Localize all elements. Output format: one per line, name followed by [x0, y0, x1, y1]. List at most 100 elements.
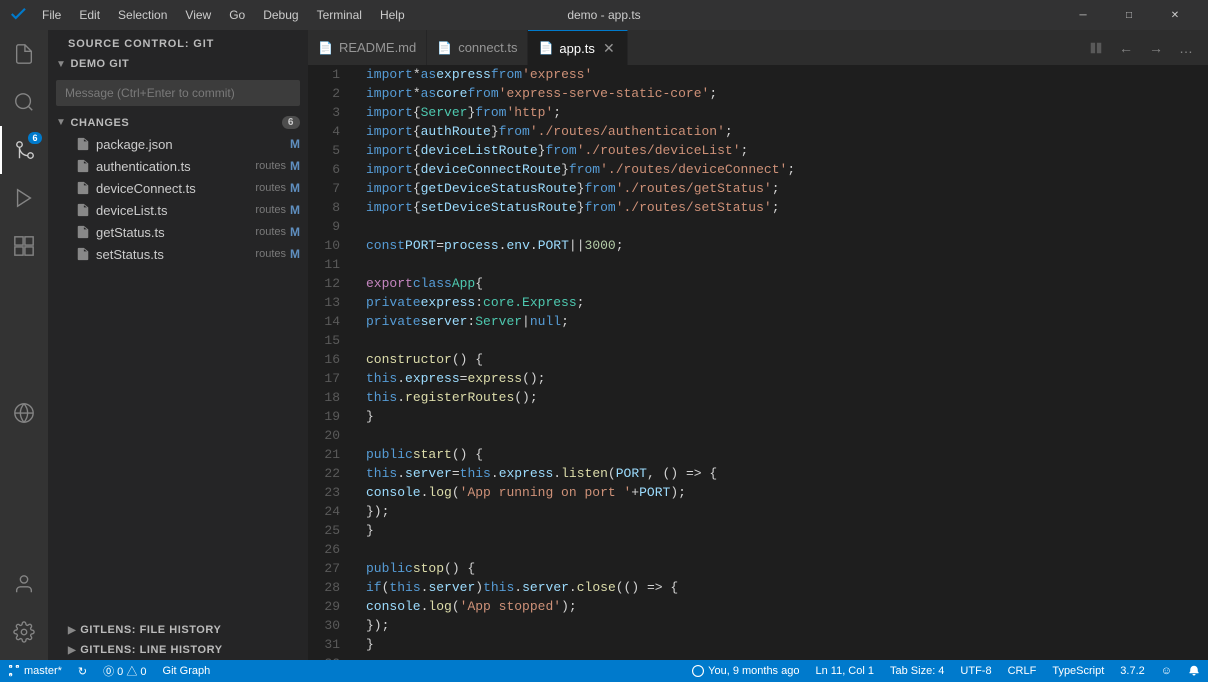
line-ending-status[interactable]: CRLF	[1000, 660, 1045, 682]
file-item[interactable]: setStatus.ts routes M	[48, 243, 308, 265]
go-back-button[interactable]: ←	[1112, 34, 1140, 62]
menu-edit[interactable]: Edit	[71, 6, 108, 24]
activity-run[interactable]	[0, 174, 48, 222]
more-actions-button[interactable]: …	[1172, 34, 1200, 62]
menu-go[interactable]: Go	[221, 6, 253, 24]
line-number: 17	[308, 369, 348, 388]
file-tag: routes	[255, 182, 286, 194]
code-line: private server: Server | null;	[366, 312, 1200, 331]
file-tag: routes	[255, 226, 286, 238]
close-button[interactable]: ✕	[1152, 0, 1198, 30]
cursor-position[interactable]: Ln 11, Col 1	[807, 660, 882, 682]
activity-extensions[interactable]	[0, 222, 48, 270]
gitlens-info-text: You, 9 months ago	[708, 665, 799, 677]
file-icon	[76, 181, 90, 195]
commit-message-input[interactable]	[56, 80, 300, 106]
file-name: deviceList.ts	[96, 203, 251, 218]
activity-remote[interactable]	[0, 389, 48, 437]
menu-debug[interactable]: Debug	[255, 6, 306, 24]
notifications-status[interactable]: ⓪ 0 △ 0	[95, 660, 154, 682]
menu-bar: File Edit Selection View Go Debug Termin…	[34, 6, 413, 24]
minimize-button[interactable]: ─	[1060, 0, 1106, 30]
line-number: 5	[308, 141, 348, 160]
tab-connect[interactable]: 📄 connect.ts	[427, 30, 528, 65]
branch-status[interactable]: master*	[0, 660, 70, 682]
status-bar-right: You, 9 months ago Ln 11, Col 1 Tab Size:…	[684, 660, 1208, 682]
line-number: 8	[308, 198, 348, 217]
activity-source-control[interactable]: 6	[0, 126, 48, 174]
activity-accounts[interactable]	[0, 560, 48, 608]
line-numbers: 1234567891011121314151617181920212223242…	[308, 65, 356, 660]
tab-size-status[interactable]: Tab Size: 4	[882, 660, 952, 682]
code-line: this.registerRoutes();	[366, 388, 1200, 407]
gitlens-info[interactable]: You, 9 months ago	[684, 660, 807, 682]
maximize-button[interactable]: □	[1106, 0, 1152, 30]
code-line: import { deviceConnectRoute } from './ro…	[366, 160, 1200, 179]
file-name: authentication.ts	[96, 159, 251, 174]
encoding-status[interactable]: UTF-8	[952, 660, 999, 682]
line-number: 19	[308, 407, 348, 426]
code-line	[366, 426, 1200, 445]
menu-terminal[interactable]: Terminal	[309, 6, 370, 24]
connect-file-icon: 📄	[437, 41, 452, 55]
menu-help[interactable]: Help	[372, 6, 413, 24]
gitlens-line-history[interactable]: ▶ GITLENS: LINE HISTORY	[48, 640, 308, 660]
tab-app[interactable]: 📄 app.ts ✕	[528, 30, 627, 65]
menu-file[interactable]: File	[34, 6, 69, 24]
changes-section-header[interactable]: ▼ CHANGES 6	[48, 112, 308, 133]
tab-size-text: Tab Size: 4	[890, 665, 944, 677]
code-line: console.log('App stopped');	[366, 597, 1200, 616]
activity-settings[interactable]	[0, 608, 48, 656]
file-item[interactable]: package.json M	[48, 133, 308, 155]
file-item[interactable]: getStatus.ts routes M	[48, 221, 308, 243]
gitlens-line-history-label: GITLENS: LINE HISTORY	[80, 644, 222, 656]
line-number: 25	[308, 521, 348, 540]
window-controls: ─ □ ✕	[1060, 0, 1198, 30]
app-file-icon: 📄	[538, 41, 553, 55]
line-number: 12	[308, 274, 348, 293]
sync-button[interactable]: ↻	[70, 660, 95, 682]
file-item[interactable]: deviceConnect.ts routes M	[48, 177, 308, 199]
gitlens-file-history-label: GITLENS: FILE HISTORY	[80, 624, 221, 636]
file-item[interactable]: deviceList.ts routes M	[48, 199, 308, 221]
git-graph-button[interactable]: Git Graph	[155, 660, 219, 682]
feedback-button[interactable]: ☺	[1153, 660, 1180, 682]
repo-header[interactable]: ▼ DEMO GIT	[48, 54, 308, 74]
activity-search[interactable]	[0, 78, 48, 126]
minimap	[1200, 65, 1208, 660]
file-icon	[76, 247, 90, 261]
go-forward-button[interactable]: →	[1142, 34, 1170, 62]
menu-selection[interactable]: Selection	[110, 6, 175, 24]
split-editor-button[interactable]	[1082, 34, 1110, 62]
vscode-logo-icon	[10, 7, 26, 23]
code-line: public stop() {	[366, 559, 1200, 578]
code-line: }	[366, 407, 1200, 426]
file-tag: routes	[255, 248, 286, 260]
line-ending-text: CRLF	[1008, 665, 1037, 677]
line-number: 9	[308, 217, 348, 236]
gitlens-file-history[interactable]: ▶ GITLENS: FILE HISTORY	[48, 620, 308, 640]
file-item[interactable]: authentication.ts routes M	[48, 155, 308, 177]
line-number: 14	[308, 312, 348, 331]
line-number: 26	[308, 540, 348, 559]
gitlens-icon	[692, 665, 704, 677]
branch-name: master*	[24, 665, 62, 677]
code-line: const PORT = process.env.PORT || 3000;	[366, 236, 1200, 255]
tab-app-close-button[interactable]: ✕	[601, 40, 617, 56]
language-status[interactable]: TypeScript	[1044, 660, 1112, 682]
language-text: TypeScript	[1052, 665, 1104, 677]
activity-explorer[interactable]	[0, 30, 48, 78]
file-icon	[76, 159, 90, 173]
line-number: 20	[308, 426, 348, 445]
code-area[interactable]: import * as express from 'express'import…	[356, 65, 1200, 660]
status-bar: master* ↻ ⓪ 0 △ 0 Git Graph You, 9 month…	[0, 660, 1208, 682]
file-name: package.json	[96, 137, 286, 152]
main-layout: 6	[0, 30, 1208, 660]
menu-view[interactable]: View	[177, 6, 219, 24]
file-name: deviceConnect.ts	[96, 181, 251, 196]
tab-readme[interactable]: 📄 README.md	[308, 30, 427, 65]
code-line: import { getDeviceStatusRoute } from './…	[366, 179, 1200, 198]
notifications-bell[interactable]	[1180, 660, 1208, 682]
version-status[interactable]: 3.7.2	[1112, 660, 1152, 682]
file-status: M	[290, 225, 300, 239]
